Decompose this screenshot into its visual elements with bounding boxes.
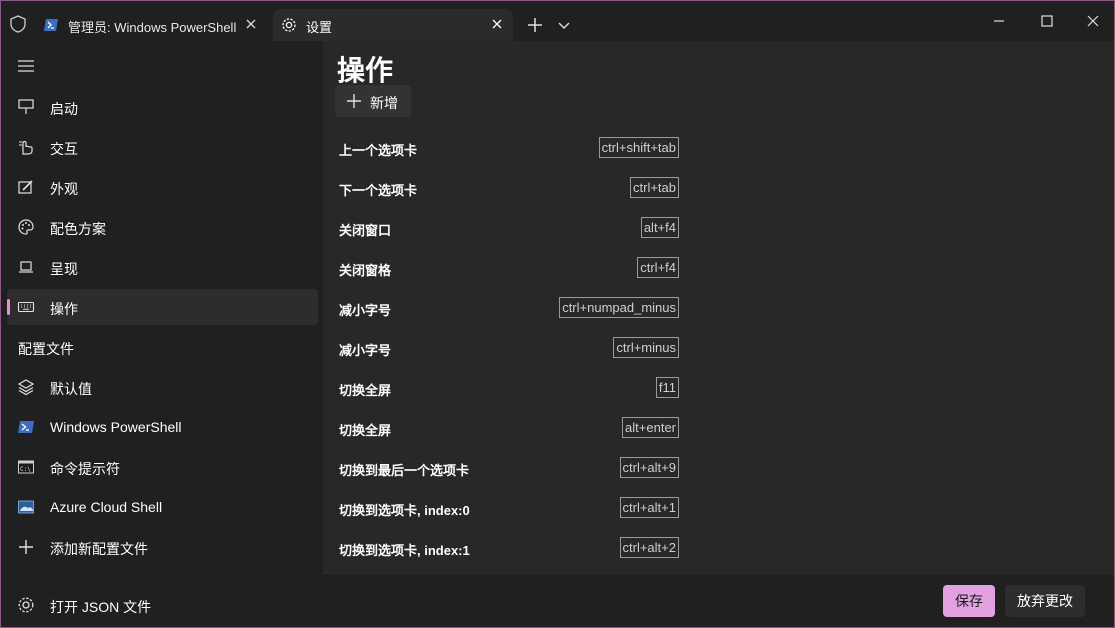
- sidebar-item-actions[interactable]: 操作: [7, 289, 318, 325]
- startup-icon: [17, 98, 35, 116]
- action-row[interactable]: 切换到最后一个选项卡 ctrl+alt+9: [339, 457, 679, 479]
- sidebar-item-label: 默认值: [50, 381, 92, 397]
- sidebar-item-color-schemes[interactable]: 配色方案: [7, 209, 318, 245]
- action-name: 关闭窗口: [339, 223, 392, 238]
- open-json-label: 打开 JSON 文件: [50, 599, 152, 615]
- sidebar-item-add-profile[interactable]: 添加新配置文件: [7, 529, 318, 565]
- action-row[interactable]: 关闭窗口 alt+f4: [339, 217, 679, 239]
- keychord: alt+f4: [640, 217, 679, 238]
- keychord: ctrl+minus: [613, 337, 679, 358]
- sidebar-item-appearance[interactable]: 外观: [7, 169, 318, 205]
- close-icon[interactable]: [489, 16, 505, 32]
- action-name: 切换到选项卡, index:0: [339, 503, 470, 518]
- title-bar: 管理员: Windows PowerShell 设置: [1, 1, 1114, 41]
- sidebar-item-label: 交互: [50, 141, 78, 157]
- sidebar-item-windows-powershell[interactable]: Windows PowerShell: [7, 409, 318, 445]
- action-name: 下一个选项卡: [339, 183, 418, 198]
- sidebar-item-command-prompt[interactable]: C:\ 命令提示符: [7, 449, 318, 485]
- action-row[interactable]: 减小字号 ctrl+minus: [339, 337, 679, 359]
- rendering-icon: [17, 258, 35, 276]
- terminal-window: 管理员: Windows PowerShell 设置 启动 交互 外观 配色方案…: [0, 0, 1115, 628]
- settings-footer: 保存 放弃更改: [323, 573, 1114, 627]
- action-name: 切换全屏: [339, 383, 392, 398]
- hamburger-menu-icon[interactable]: [17, 59, 35, 73]
- keychord: ctrl+numpad_minus: [559, 297, 679, 318]
- layers-icon: [17, 378, 35, 396]
- shield-icon: [9, 15, 27, 33]
- keychord: ctrl+f4: [637, 257, 679, 278]
- action-row[interactable]: 切换到选项卡, index:0 ctrl+alt+1: [339, 497, 679, 519]
- sidebar-item-label: 添加新配置文件: [50, 541, 148, 557]
- action-row[interactable]: 切换到选项卡, index:1 ctrl+alt+2: [339, 537, 679, 559]
- action-row[interactable]: 上一个选项卡 ctrl+shift+tab: [339, 137, 679, 159]
- action-row[interactable]: 切换全屏 f11: [339, 377, 679, 399]
- action-row[interactable]: 关闭窗格 ctrl+f4: [339, 257, 679, 279]
- plus-icon: [17, 538, 35, 556]
- sidebar-item-startup[interactable]: 启动: [7, 89, 318, 125]
- keychord: ctrl+shift+tab: [598, 137, 679, 158]
- action-name: 切换全屏: [339, 423, 392, 438]
- powershell-icon: [17, 418, 35, 436]
- tab-settings[interactable]: 设置: [273, 9, 513, 41]
- action-name: 上一个选项卡: [339, 143, 418, 158]
- powershell-icon: [43, 17, 59, 33]
- maximize-button[interactable]: [1037, 11, 1057, 31]
- action-row[interactable]: 减小字号 ctrl+numpad_minus: [339, 297, 679, 319]
- keychord: alt+enter: [622, 417, 679, 438]
- action-name: 减小字号: [339, 303, 392, 318]
- sidebar-item-label: 启动: [50, 101, 78, 117]
- actions-page: 操作 新增 上一个选项卡 ctrl+shift+tab 下一个选项卡 ctrl+…: [323, 41, 1114, 573]
- add-action-label: 新增: [370, 95, 398, 111]
- minimize-button[interactable]: [989, 11, 1009, 31]
- action-row[interactable]: 切换全屏 alt+enter: [339, 417, 679, 439]
- save-button[interactable]: 保存: [943, 585, 995, 617]
- keychord: ctrl+tab: [630, 177, 679, 198]
- discard-changes-button[interactable]: 放弃更改: [1005, 585, 1085, 617]
- open-json-file-link[interactable]: 打开 JSON 文件: [7, 587, 318, 623]
- close-window-button[interactable]: [1083, 11, 1103, 31]
- new-tab-button[interactable]: [525, 15, 545, 35]
- sidebar-item-rendering[interactable]: 呈现: [7, 249, 318, 285]
- tab-powershell[interactable]: 管理员: Windows PowerShell: [35, 9, 267, 41]
- profiles-section-header: 配置文件: [18, 341, 74, 357]
- action-name: 切换到最后一个选项卡: [339, 463, 470, 478]
- tab-label: 管理员: Windows PowerShell: [68, 20, 237, 35]
- page-title: 操作: [337, 55, 394, 86]
- palette-icon: [17, 218, 35, 236]
- gear-icon: [17, 596, 35, 614]
- sidebar-item-label: Windows PowerShell: [50, 419, 182, 435]
- appearance-icon: [17, 178, 35, 196]
- sidebar-item-defaults[interactable]: 默认值: [7, 369, 318, 405]
- plus-icon: [346, 93, 362, 109]
- sidebar-item-label: 命令提示符: [50, 461, 120, 477]
- selection-indicator: [7, 299, 10, 315]
- add-action-button[interactable]: 新增: [335, 85, 411, 117]
- keyboard-icon: [17, 298, 35, 316]
- tab-label: 设置: [306, 20, 333, 35]
- sidebar-item-interaction[interactable]: 交互: [7, 129, 318, 165]
- keychord: f11: [655, 377, 679, 398]
- cmd-icon: C:\: [17, 458, 35, 476]
- action-name: 关闭窗格: [339, 263, 392, 278]
- keychord: ctrl+alt+1: [619, 497, 679, 518]
- action-row[interactable]: 下一个选项卡 ctrl+tab: [339, 177, 679, 199]
- chevron-down-icon[interactable]: [557, 18, 571, 32]
- sidebar-item-azure-cloud-shell[interactable]: Azure Cloud Shell: [7, 489, 318, 525]
- interaction-icon: [17, 138, 35, 156]
- gear-icon: [281, 17, 297, 33]
- sidebar-item-label: 操作: [50, 301, 78, 317]
- action-name: 减小字号: [339, 343, 392, 358]
- keychord: ctrl+alt+2: [619, 537, 679, 558]
- keychord: ctrl+alt+9: [619, 457, 679, 478]
- action-name: 切换到选项卡, index:1: [339, 543, 470, 558]
- sidebar-item-label: 配色方案: [50, 221, 106, 237]
- svg-text:C:\: C:\: [20, 466, 31, 473]
- settings-sidebar: 启动 交互 外观 配色方案 呈现 操作 配置文件 默认值 Windows Pow…: [1, 41, 323, 627]
- azure-icon: [17, 498, 35, 516]
- close-icon[interactable]: [243, 16, 259, 32]
- sidebar-item-label: 呈现: [50, 261, 78, 277]
- sidebar-item-label: 外观: [50, 181, 78, 197]
- sidebar-item-label: Azure Cloud Shell: [50, 499, 163, 515]
